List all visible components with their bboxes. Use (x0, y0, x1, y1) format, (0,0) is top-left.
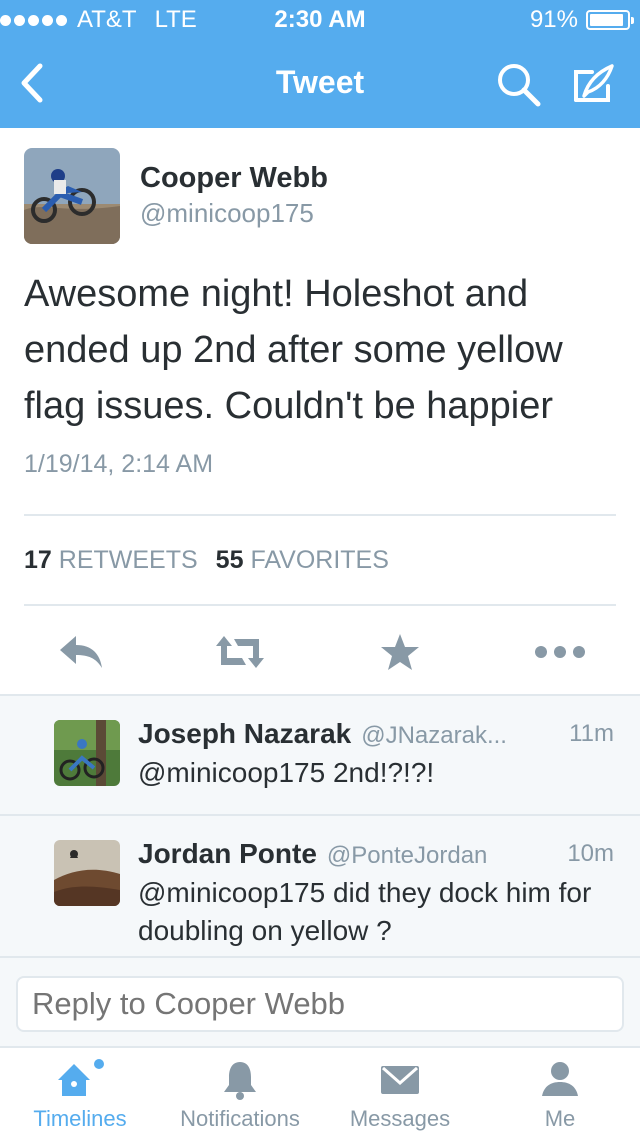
tab-bar: Timelines Notifications Messages Me (0, 1048, 640, 1136)
header: AT&T LTE 2:30 AM 91% Tweet (0, 0, 640, 128)
favorite-button[interactable] (372, 630, 428, 674)
search-icon (498, 64, 541, 107)
author-name[interactable]: Cooper Webb (140, 162, 328, 195)
page-title: Tweet (275, 64, 365, 100)
nav-bar: Tweet (0, 40, 640, 128)
reply-author-name[interactable]: Joseph Nazarak (138, 718, 351, 750)
tweet-timestamp: 1/19/14, 2:14 AM (24, 450, 214, 478)
search-button[interactable] (494, 60, 544, 110)
person-icon (542, 1062, 578, 1096)
reply-avatar[interactable] (54, 840, 120, 906)
compose-icon (574, 64, 614, 102)
reply-author-handle[interactable]: @JNazarak... (361, 722, 507, 750)
retweet-count: 17 (24, 546, 52, 574)
tab-messages[interactable]: Messages (320, 1048, 480, 1136)
replies-list: Joseph Nazarak @JNazarak... 11m @minicoo… (0, 694, 640, 956)
more-button[interactable] (532, 630, 588, 674)
bell-icon (224, 1062, 256, 1100)
battery-percent: 91% (529, 6, 578, 33)
reply-icon (60, 636, 102, 668)
reply-time: 10m (567, 840, 614, 867)
author-handle[interactable]: @minicoop175 (140, 198, 314, 229)
compose-button[interactable] (568, 60, 618, 110)
reply-time: 11m (569, 720, 614, 747)
star-icon (381, 634, 419, 670)
reply-text: @minicoop175 2nd!?!?! (138, 757, 435, 788)
divider (24, 604, 616, 606)
reply-text: @minicoop175 did they dock him for doubl… (138, 877, 592, 946)
tab-label: Messages (349, 1106, 451, 1131)
tweet-actions (0, 622, 640, 682)
reply-input[interactable] (16, 976, 624, 1032)
retweets-stat[interactable]: 17 RETWEETS (24, 546, 198, 575)
tweet-stats: 17 RETWEETS 55 FAVORITES (24, 546, 389, 575)
reply-item[interactable]: Jordan Ponte @PonteJordan 10m @minicoop1… (0, 816, 640, 958)
tab-label: Timelines (33, 1106, 127, 1131)
tab-me[interactable]: Me (480, 1048, 640, 1136)
reply-item[interactable]: Joseph Nazarak @JNazarak... 11m @minicoo… (0, 696, 640, 816)
reply-button[interactable] (52, 630, 108, 674)
retweet-button[interactable] (212, 630, 268, 674)
favorite-label: FAVORITES (250, 546, 389, 574)
retweet-icon (216, 636, 264, 668)
favorite-count: 55 (215, 546, 244, 574)
author-avatar[interactable] (24, 148, 120, 244)
envelope-icon (381, 1066, 419, 1094)
tweet-text: Awesome night! Holeshot and ended up 2nd… (24, 273, 563, 427)
favorites-stat[interactable]: 55 FAVORITES (216, 546, 389, 575)
tab-label: Me (544, 1106, 576, 1131)
home-icon (58, 1059, 104, 1096)
divider (24, 514, 616, 516)
avatar-image (54, 840, 120, 906)
reply-bar (0, 956, 640, 1048)
reply-avatar[interactable] (54, 720, 120, 786)
avatar-image (24, 148, 120, 244)
tab-timelines[interactable]: Timelines (0, 1048, 160, 1136)
retweet-label: RETWEETS (58, 546, 198, 574)
avatar-image (54, 720, 120, 786)
reply-author-handle[interactable]: @PonteJordan (327, 842, 487, 870)
tab-label: Notifications (180, 1106, 300, 1131)
more-icon (535, 646, 585, 658)
reply-author-name[interactable]: Jordan Ponte (138, 838, 317, 870)
tab-notifications[interactable]: Notifications (160, 1048, 320, 1136)
status-bar: AT&T LTE 2:30 AM 91% (0, 0, 640, 40)
battery-icon (586, 10, 634, 30)
